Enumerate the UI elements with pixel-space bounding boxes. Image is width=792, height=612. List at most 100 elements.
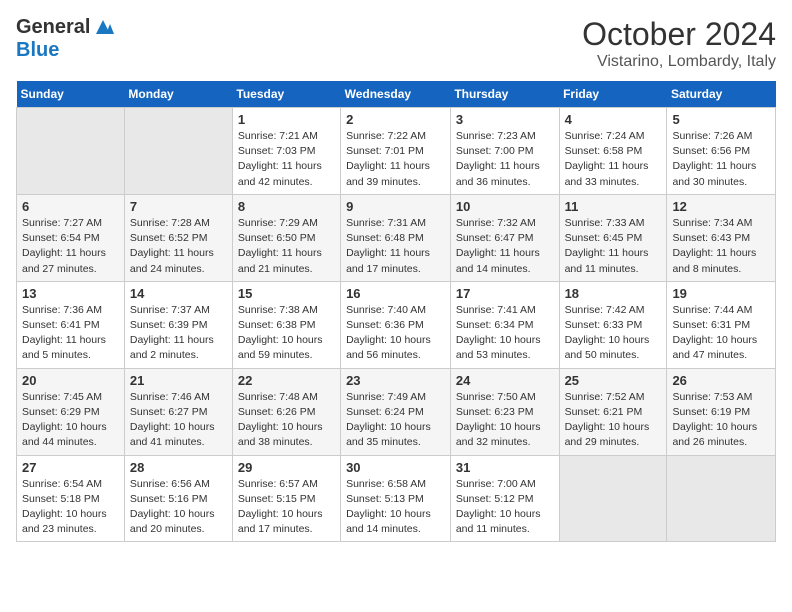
cell-content: Sunrise: 7:46 AM Sunset: 6:27 PM Dayligh… xyxy=(130,390,227,451)
cell-content: Sunrise: 6:56 AM Sunset: 5:16 PM Dayligh… xyxy=(130,477,227,538)
cell-content: Sunrise: 7:53 AM Sunset: 6:19 PM Dayligh… xyxy=(672,390,770,451)
calendar-cell xyxy=(667,455,776,542)
cell-content: Sunrise: 7:48 AM Sunset: 6:26 PM Dayligh… xyxy=(238,390,335,451)
calendar-cell xyxy=(124,108,232,195)
calendar-week-4: 20Sunrise: 7:45 AM Sunset: 6:29 PM Dayli… xyxy=(17,368,776,455)
day-header-monday: Monday xyxy=(124,81,232,108)
calendar-cell: 2 Sunrise: 7:22 AM Sunset: 7:01 PM Daylig… xyxy=(341,108,451,195)
calendar-cell: 16 Sunrise: 7:40 AM Sunset: 6:36 PM Dayli… xyxy=(341,281,451,368)
calendar-cell: 12 Sunrise: 7:34 AM Sunset: 6:43 PM Dayli… xyxy=(667,194,776,281)
day-number: 17 xyxy=(456,286,554,301)
calendar-week-2: 6Sunrise: 7:27 AM Sunset: 6:54 PM Daylig… xyxy=(17,194,776,281)
day-number: 11 xyxy=(565,199,662,214)
calendar-cell: 22 Sunrise: 7:48 AM Sunset: 6:26 PM Dayli… xyxy=(232,368,340,455)
day-number: 4 xyxy=(565,112,662,127)
calendar-cell: 1 Sunrise: 7:21 AM Sunset: 7:03 PM Daylig… xyxy=(232,108,340,195)
cell-content: Sunrise: 7:44 AM Sunset: 6:31 PM Dayligh… xyxy=(672,303,770,364)
cell-content: Sunrise: 7:24 AM Sunset: 6:58 PM Dayligh… xyxy=(565,129,662,190)
calendar-cell: 30Sunrise: 6:58 AM Sunset: 5:13 PM Dayli… xyxy=(341,455,451,542)
day-number: 19 xyxy=(672,286,770,301)
cell-content: Sunrise: 7:40 AM Sunset: 6:36 PM Dayligh… xyxy=(346,303,445,364)
month-title: October 2024 xyxy=(582,16,776,53)
calendar-cell: 13 Sunrise: 7:36 AM Sunset: 6:41 PM Dayli… xyxy=(17,281,125,368)
logo: General Blue xyxy=(16,16,114,62)
calendar-cell: 7Sunrise: 7:28 AM Sunset: 6:52 PM Daylig… xyxy=(124,194,232,281)
cell-content: Sunrise: 7:00 AM Sunset: 5:12 PM Dayligh… xyxy=(456,477,554,538)
logo-general-text: General xyxy=(16,16,90,39)
day-number: 25 xyxy=(565,373,662,388)
calendar-table: SundayMondayTuesdayWednesdayThursdayFrid… xyxy=(16,81,776,542)
cell-content: Sunrise: 6:54 AM Sunset: 5:18 PM Dayligh… xyxy=(22,477,119,538)
day-header-wednesday: Wednesday xyxy=(341,81,451,108)
cell-content: Sunrise: 7:26 AM Sunset: 6:56 PM Dayligh… xyxy=(672,129,770,190)
day-number: 13 xyxy=(22,286,119,301)
calendar-cell: 27 Sunrise: 6:54 AM Sunset: 5:18 PM Dayli… xyxy=(17,455,125,542)
title-section: October 2024 Vistarino, Lombardy, Italy xyxy=(582,16,776,71)
day-number: 18 xyxy=(565,286,662,301)
day-number: 12 xyxy=(672,199,770,214)
calendar-cell: 28 Sunrise: 6:56 AM Sunset: 5:16 PM Dayli… xyxy=(124,455,232,542)
calendar-cell: 25Sunrise: 7:52 AM Sunset: 6:21 PM Dayli… xyxy=(559,368,667,455)
calendar-cell: 20Sunrise: 7:45 AM Sunset: 6:29 PM Dayli… xyxy=(17,368,125,455)
logo-triangle-icon xyxy=(92,16,114,36)
day-number: 24 xyxy=(456,373,554,388)
calendar-cell: 29Sunrise: 6:57 AM Sunset: 5:15 PM Dayli… xyxy=(232,455,340,542)
calendar-cell: 11 Sunrise: 7:33 AM Sunset: 6:45 PM Dayli… xyxy=(559,194,667,281)
calendar-cell: 17 Sunrise: 7:41 AM Sunset: 6:34 PM Dayli… xyxy=(450,281,559,368)
calendar-cell: 3 Sunrise: 7:23 AM Sunset: 7:00 PM Daylig… xyxy=(450,108,559,195)
cell-content: Sunrise: 7:29 AM Sunset: 6:50 PM Dayligh… xyxy=(238,216,335,277)
cell-content: Sunrise: 7:31 AM Sunset: 6:48 PM Dayligh… xyxy=(346,216,445,277)
calendar-cell: 5Sunrise: 7:26 AM Sunset: 6:56 PM Daylig… xyxy=(667,108,776,195)
calendar-week-3: 13 Sunrise: 7:36 AM Sunset: 6:41 PM Dayli… xyxy=(17,281,776,368)
calendar-cell: 4 Sunrise: 7:24 AM Sunset: 6:58 PM Daylig… xyxy=(559,108,667,195)
cell-content: Sunrise: 7:22 AM Sunset: 7:01 PM Dayligh… xyxy=(346,129,445,190)
cell-content: Sunrise: 6:58 AM Sunset: 5:13 PM Dayligh… xyxy=(346,477,445,538)
day-number: 1 xyxy=(238,112,335,127)
cell-content: Sunrise: 7:41 AM Sunset: 6:34 PM Dayligh… xyxy=(456,303,554,364)
cell-content: Sunrise: 7:38 AM Sunset: 6:38 PM Dayligh… xyxy=(238,303,335,364)
calendar-cell: 26 Sunrise: 7:53 AM Sunset: 6:19 PM Dayli… xyxy=(667,368,776,455)
cell-content: Sunrise: 7:23 AM Sunset: 7:00 PM Dayligh… xyxy=(456,129,554,190)
calendar-cell: 8Sunrise: 7:29 AM Sunset: 6:50 PM Daylig… xyxy=(232,194,340,281)
day-number: 21 xyxy=(130,373,227,388)
calendar-cell: 24Sunrise: 7:50 AM Sunset: 6:23 PM Dayli… xyxy=(450,368,559,455)
cell-content: Sunrise: 6:57 AM Sunset: 5:15 PM Dayligh… xyxy=(238,477,335,538)
cell-content: Sunrise: 7:32 AM Sunset: 6:47 PM Dayligh… xyxy=(456,216,554,277)
day-number: 26 xyxy=(672,373,770,388)
calendar-cell: 14Sunrise: 7:37 AM Sunset: 6:39 PM Dayli… xyxy=(124,281,232,368)
calendar-week-1: 1 Sunrise: 7:21 AM Sunset: 7:03 PM Daylig… xyxy=(17,108,776,195)
calendar-cell: 19 Sunrise: 7:44 AM Sunset: 6:31 PM Dayli… xyxy=(667,281,776,368)
day-number: 15 xyxy=(238,286,335,301)
day-number: 31 xyxy=(456,460,554,475)
cell-content: Sunrise: 7:27 AM Sunset: 6:54 PM Dayligh… xyxy=(22,216,119,277)
day-number: 2 xyxy=(346,112,445,127)
calendar-cell: 10 Sunrise: 7:32 AM Sunset: 6:47 PM Dayli… xyxy=(450,194,559,281)
cell-content: Sunrise: 7:21 AM Sunset: 7:03 PM Dayligh… xyxy=(238,129,335,190)
cell-content: Sunrise: 7:49 AM Sunset: 6:24 PM Dayligh… xyxy=(346,390,445,451)
calendar-header-row: SundayMondayTuesdayWednesdayThursdayFrid… xyxy=(17,81,776,108)
location-title: Vistarino, Lombardy, Italy xyxy=(582,53,776,71)
calendar-cell: 21 Sunrise: 7:46 AM Sunset: 6:27 PM Dayli… xyxy=(124,368,232,455)
cell-content: Sunrise: 7:37 AM Sunset: 6:39 PM Dayligh… xyxy=(130,303,227,364)
cell-content: Sunrise: 7:34 AM Sunset: 6:43 PM Dayligh… xyxy=(672,216,770,277)
day-number: 3 xyxy=(456,112,554,127)
day-number: 23 xyxy=(346,373,445,388)
calendar-cell: 6Sunrise: 7:27 AM Sunset: 6:54 PM Daylig… xyxy=(17,194,125,281)
cell-content: Sunrise: 7:42 AM Sunset: 6:33 PM Dayligh… xyxy=(565,303,662,364)
day-number: 22 xyxy=(238,373,335,388)
cell-content: Sunrise: 7:36 AM Sunset: 6:41 PM Dayligh… xyxy=(22,303,119,364)
day-header-thursday: Thursday xyxy=(450,81,559,108)
calendar-week-5: 27 Sunrise: 6:54 AM Sunset: 5:18 PM Dayli… xyxy=(17,455,776,542)
day-number: 16 xyxy=(346,286,445,301)
day-header-tuesday: Tuesday xyxy=(232,81,340,108)
day-header-sunday: Sunday xyxy=(17,81,125,108)
day-number: 27 xyxy=(22,460,119,475)
day-number: 7 xyxy=(130,199,227,214)
logo-blue-text: Blue xyxy=(16,39,59,61)
cell-content: Sunrise: 7:33 AM Sunset: 6:45 PM Dayligh… xyxy=(565,216,662,277)
calendar-cell: 23 Sunrise: 7:49 AM Sunset: 6:24 PM Dayli… xyxy=(341,368,451,455)
day-number: 10 xyxy=(456,199,554,214)
page-header: General Blue October 2024 Vistarino, Lom… xyxy=(16,16,776,71)
calendar-cell xyxy=(559,455,667,542)
day-number: 28 xyxy=(130,460,227,475)
